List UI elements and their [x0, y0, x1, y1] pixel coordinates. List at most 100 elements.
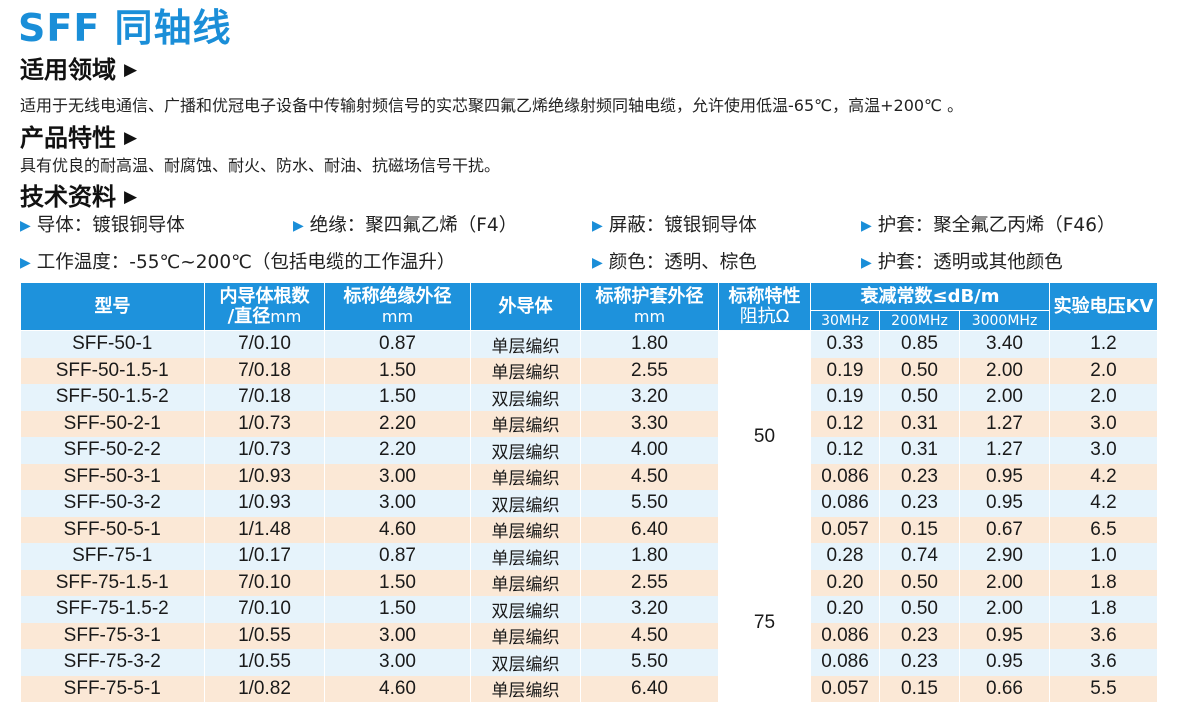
cell-a30: 0.086 — [810, 649, 880, 676]
spec-sheath-color: ▶ 护套：透明或其他颜色 — [861, 250, 1063, 277]
section-heading-application-label: 适用领域 — [20, 56, 116, 84]
table-row: SFF-50-2-1 1/0.73 2.20 单层编织 3.30 0.12 0.31 1.27… — [20, 410, 1159, 437]
cell-outer: 双层编织 — [470, 649, 581, 676]
cell-a200: 0.15 — [879, 516, 960, 543]
cell-sheath: 3.20 — [580, 596, 719, 623]
cell-inner: 1/0.55 — [204, 622, 325, 649]
cell-outer: 双层编织 — [470, 437, 581, 464]
cell-sheath: 6.40 — [580, 516, 719, 543]
spec-color: ▶ 颜色：透明、棕色 — [592, 250, 757, 277]
spec-sheath-text: 护套：聚全氟乙丙烯（F46） — [877, 215, 1116, 236]
cell-outer: 单层编织 — [470, 569, 581, 596]
cell-a3000: 1.27 — [959, 410, 1051, 437]
cell-inner: 1/0.17 — [204, 543, 325, 570]
cell-insulation: 3.00 — [324, 649, 471, 676]
cell-sheath: 1.80 — [580, 543, 719, 570]
cell-a3000: 2.00 — [959, 357, 1051, 384]
cell-inner: 7/0.18 — [204, 357, 325, 384]
header-impedance-line1: 标称特性 — [728, 285, 801, 307]
header-impedance: 标称特性 阻抗Ω — [718, 282, 811, 331]
cell-a3000: 3.40 — [959, 330, 1051, 358]
cell-sheath: 3.20 — [580, 384, 719, 411]
table-row: SFF-75-1.5-1 7/0.10 1.50 单层编织 2.55 0.20 0.50 2.… — [20, 569, 1159, 596]
header-inner-line1: 内导体根数 — [219, 285, 310, 307]
spec-sheath: ▶ 护套：聚全氟乙丙烯（F46） — [861, 213, 1115, 240]
table-row: SFF-75-5-1 1/0.82 4.60 单层编织 6.40 0.057 0.15 0.6… — [20, 675, 1159, 702]
header-freq-200: 200MHz — [879, 310, 960, 331]
cell-a200: 0.23 — [879, 649, 960, 676]
cell-model: SFF-50-1.5-2 — [20, 384, 205, 411]
spec-temperature: ▶ 工作温度：-55℃~200℃（包括电缆的工作温升） — [20, 250, 455, 277]
table-row: SFF-75-1.5-2 7/0.10 1.50 双层编织 3.20 0.20 0.50 2.… — [20, 596, 1159, 623]
cell-a30: 0.20 — [810, 596, 880, 623]
cell-a200: 0.50 — [879, 569, 960, 596]
cell-sheath: 6.40 — [580, 675, 719, 702]
cell-sheath: 5.50 — [580, 649, 719, 676]
cell-outer: 单层编织 — [470, 675, 581, 702]
spec-conductor-text: 导体：镀银铜导体 — [36, 215, 185, 236]
header-freq-3000: 3000MHz — [958, 310, 1051, 331]
cell-voltage: 4.2 — [1049, 463, 1159, 490]
cell-insulation: 1.50 — [324, 596, 471, 623]
spec-shield-text: 屏蔽：镀银铜导体 — [608, 215, 757, 236]
cell-a200: 0.23 — [879, 463, 960, 490]
table-row: SFF-75-3-1 1/0.55 3.00 单层编织 4.50 0.086 0.23 0.9… — [20, 622, 1159, 649]
cell-voltage: 2.0 — [1049, 357, 1159, 384]
header-inner-conductor: 内导体根数 /直径mm — [204, 282, 325, 331]
page-title: SFF 同轴线 — [18, 6, 232, 50]
header-sheath: 标称护套外径 mm — [580, 282, 719, 331]
cell-insulation: 3.00 — [324, 622, 471, 649]
header-insulation: 标称绝缘外径 mm — [324, 282, 471, 331]
cell-insulation: 4.60 — [324, 516, 471, 543]
cell-inner: 1/0.93 — [204, 490, 325, 517]
header-freq-30: 30MHz — [810, 310, 880, 331]
cell-model: SFF-50-2-2 — [20, 437, 205, 464]
cell-a30: 0.28 — [810, 543, 880, 570]
cell-a200: 0.23 — [879, 622, 960, 649]
cell-voltage: 5.5 — [1049, 675, 1159, 702]
cell-model: SFF-50-3-2 — [20, 490, 205, 517]
section-heading-features: 产品特性 ▶ — [20, 122, 137, 157]
cell-a30: 0.12 — [810, 410, 880, 437]
table-row: SFF-75-1 1/0.17 0.87 单层编织 1.80 75 0.28 0.74 2.90… — [20, 543, 1159, 702]
cell-outer: 单层编织 — [470, 622, 581, 649]
cell-voltage: 3.0 — [1049, 410, 1159, 437]
cell-sheath: 1.80 — [580, 330, 719, 358]
features-text: 具有优良的耐高温、耐腐蚀、耐火、防水、耐油、抗磁场信号干扰。 — [20, 156, 501, 175]
cell-sheath: 3.30 — [580, 410, 719, 437]
cell-a200: 0.85 — [879, 330, 960, 358]
cell-a200: 0.50 — [879, 384, 960, 411]
spec-temperature-text: 工作温度：-55℃~200℃（包括电缆的工作温升） — [36, 252, 456, 273]
cell-insulation: 3.00 — [324, 463, 471, 490]
cell-voltage: 1.0 — [1049, 543, 1159, 570]
cell-a30: 0.086 — [810, 622, 880, 649]
cell-a3000: 0.95 — [959, 649, 1051, 676]
table-row: SFF-50-1 7/0.10 0.87 单层编织 1.80 50 0.33 0.85 3.40… — [20, 330, 1159, 543]
section-heading-application: 适用领域 ▶ — [20, 54, 137, 89]
triangle-bullet-icon: ▶ — [20, 218, 31, 234]
cell-a30: 0.19 — [810, 384, 880, 411]
spec-insulation: ▶ 绝缘：聚四氟乙烯（F4） — [293, 213, 517, 240]
cell-outer: 单层编织 — [470, 463, 581, 490]
cell-inner: 1/0.82 — [204, 675, 325, 702]
triangle-bullet-icon: ▶ — [20, 255, 31, 271]
cell-sheath: 4.50 — [580, 463, 719, 490]
header-inner-unit: mm — [270, 306, 302, 326]
header-impedance-line2: 阻抗Ω — [739, 305, 790, 327]
cell-a30: 0.33 — [810, 330, 880, 358]
header-outer-conductor: 外导体 — [470, 282, 581, 331]
cell-model: SFF-75-3-1 — [20, 622, 205, 649]
header-sheath-line1: 标称护套外径 — [595, 285, 704, 307]
cell-inner: 1/0.73 — [204, 410, 325, 437]
cell-outer: 双层编织 — [470, 384, 581, 411]
cell-impedance: 50 — [718, 330, 811, 543]
cell-sheath: 2.55 — [580, 357, 719, 384]
cell-voltage: 1.8 — [1049, 569, 1159, 596]
cell-sheath: 5.50 — [580, 490, 719, 517]
cell-inner: 7/0.18 — [204, 384, 325, 411]
cell-insulation: 0.87 — [324, 543, 471, 570]
section-heading-technical-label: 技术资料 — [20, 183, 116, 211]
triangle-bullet-icon: ▶ — [592, 255, 603, 271]
cell-insulation: 1.50 — [324, 357, 471, 384]
section-heading-features-label: 产品特性 — [20, 124, 116, 152]
